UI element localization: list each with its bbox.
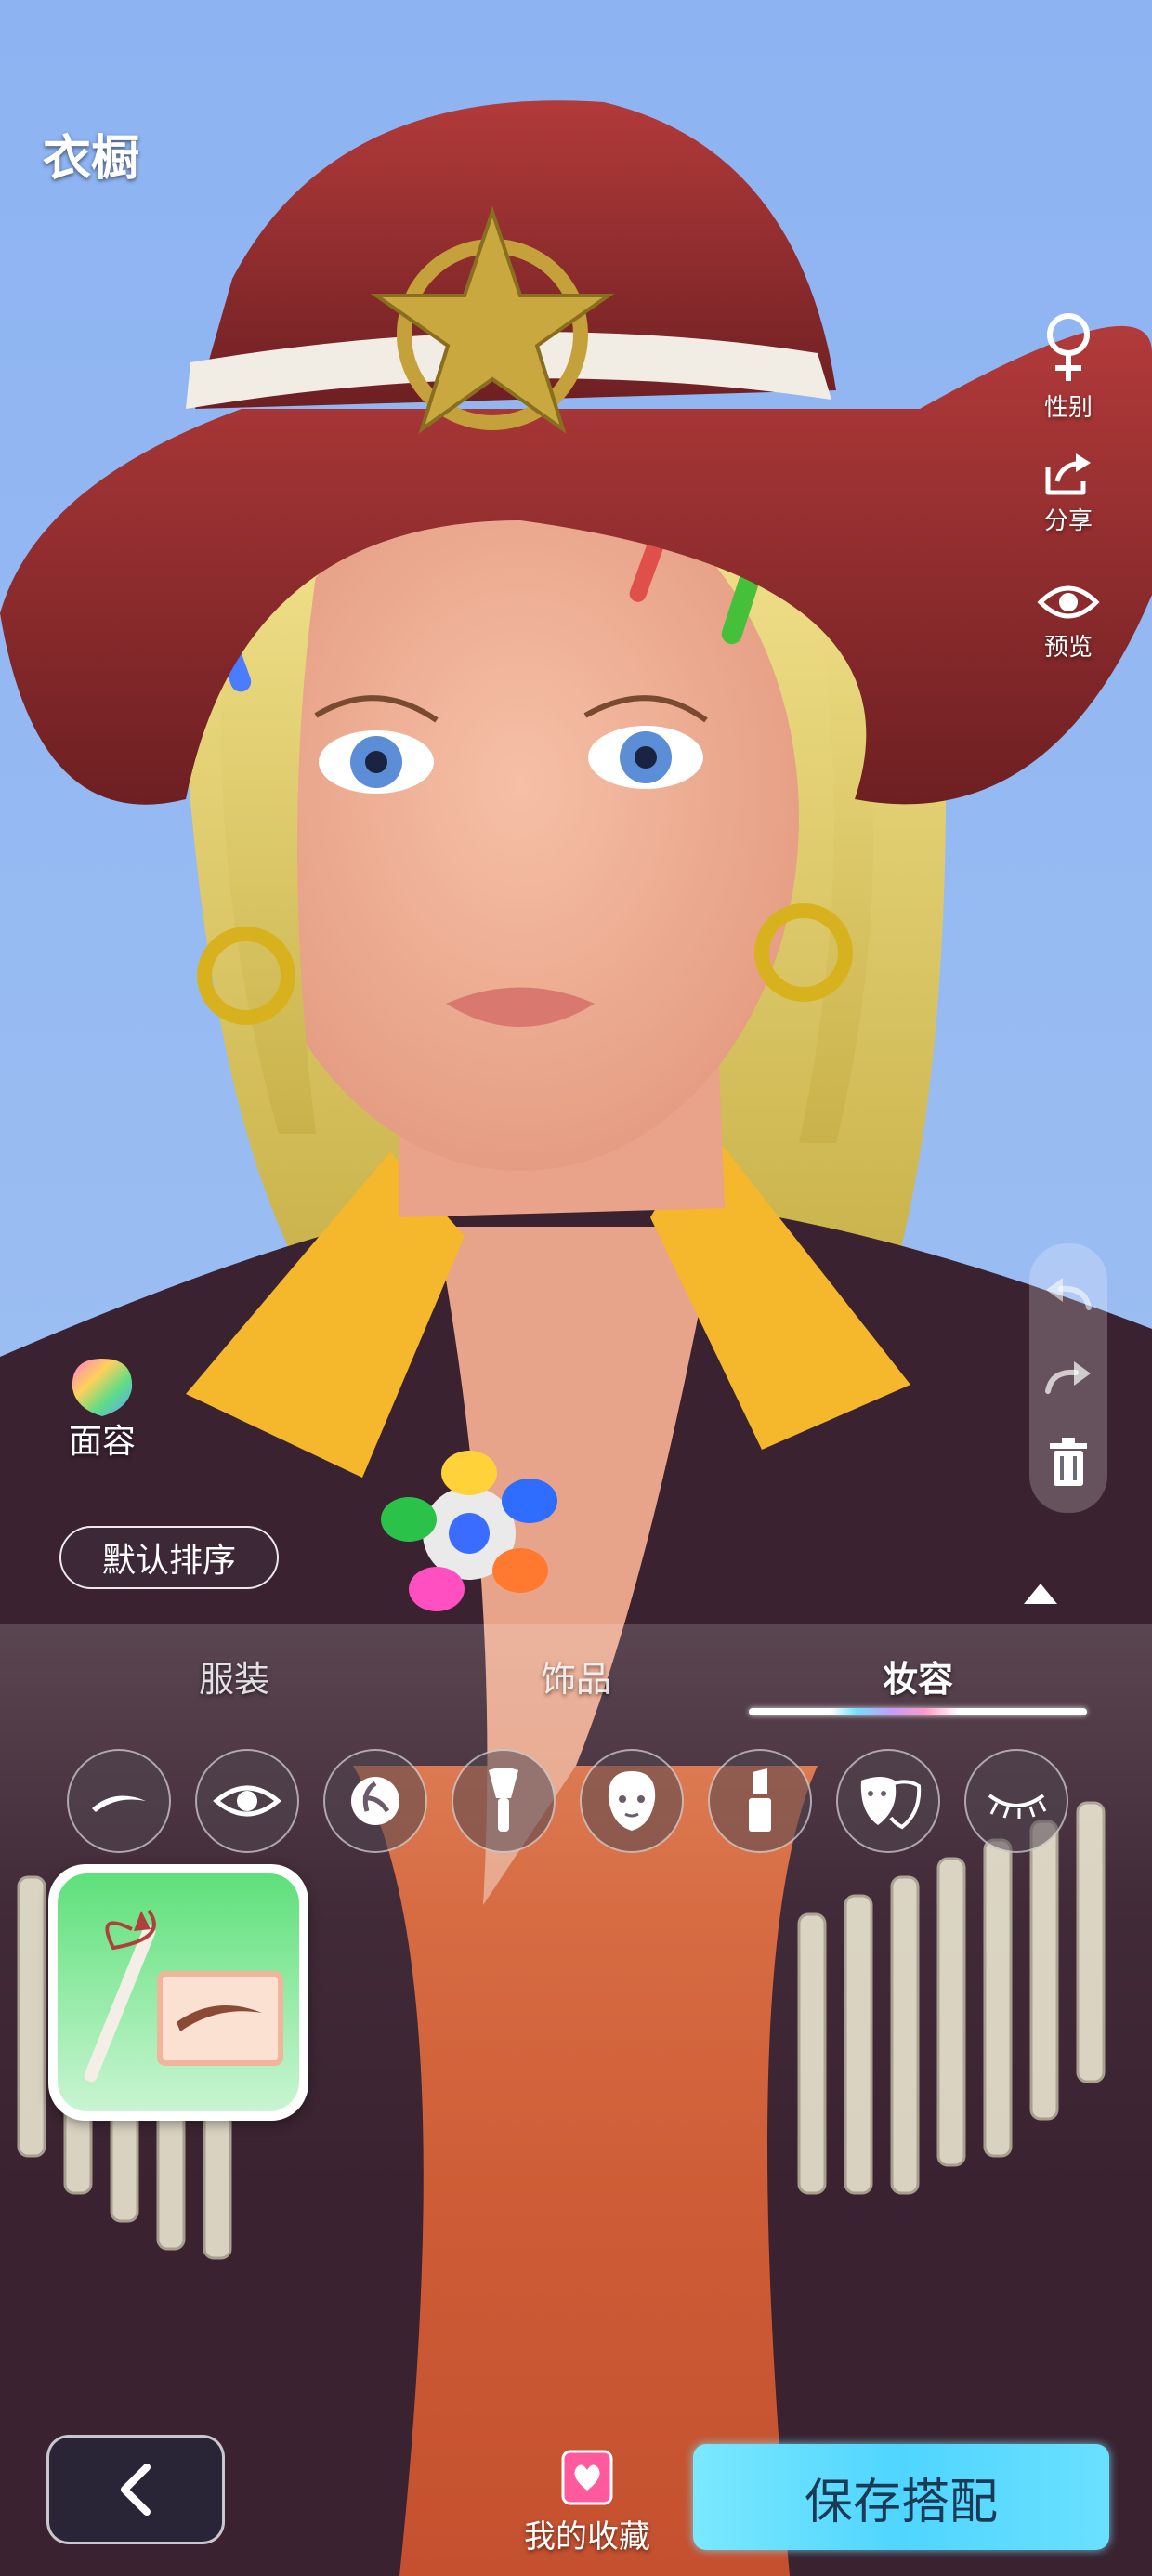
makeup-brush-icon [489,1768,518,1832]
back-button[interactable] [46,2435,225,2544]
undo-icon [1046,1278,1092,1310]
favorites-button[interactable]: 我的收藏 [513,2450,661,2556]
page-title: 衣橱 [43,131,140,187]
share-icon [1045,453,1091,495]
appearance-button[interactable]: 面容 [56,1355,149,1463]
face-icon [608,1771,656,1831]
item-thumbnail [58,1873,299,2111]
trash-icon [1050,1438,1087,1486]
eyelash-icon [988,1794,1047,1819]
category-pupil[interactable] [323,1749,427,1853]
category-eyebrow[interactable] [67,1749,171,1853]
heart-bookmark-icon [561,2450,613,2505]
category-mask[interactable] [836,1749,940,1853]
delete-button[interactable] [1029,1429,1107,1494]
undo-button[interactable] [1029,1262,1107,1327]
tab-clothing[interactable]: 服装 [151,1650,318,1702]
history-panel [1029,1243,1107,1513]
mask-icon [860,1777,922,1830]
category-blush[interactable] [452,1749,556,1853]
category-eyes[interactable] [195,1749,299,1853]
tab-accessories[interactable]: 饰品 [492,1650,660,1702]
eyebrow-icon [92,1795,146,1812]
share-button[interactable]: 分享 [1022,450,1115,536]
chevron-left-icon [121,2464,151,2516]
favorites-label: 我的收藏 [524,2518,650,2556]
rainbow-face-icon [72,1359,133,1416]
gender-label: 性别 [1043,394,1093,422]
preview-label: 预览 [1043,634,1093,662]
tab-makeup[interactable]: 妆容 [834,1650,1001,1702]
redo-icon [1045,1361,1091,1394]
lipstick-icon [749,1768,771,1832]
eye-icon [1037,585,1100,619]
active-tab-indicator [749,1708,1087,1715]
category-face[interactable] [580,1749,684,1853]
pupil-icon [351,1777,399,1825]
category-eyelash[interactable] [964,1749,1068,1853]
category-lipstick[interactable] [708,1749,812,1853]
collapse-up-icon[interactable] [1020,1580,1061,1608]
item-card-eyebrow[interactable] [48,1864,308,2121]
female-gender-icon [1047,313,1090,381]
preview-button[interactable]: 预览 [1022,580,1115,663]
eyebrow-pencil-icon [58,1873,299,2111]
eye-icon [213,1785,281,1817]
redo-button[interactable] [1029,1346,1107,1411]
share-label: 分享 [1043,507,1093,535]
gender-button[interactable]: 性别 [1022,310,1115,423]
appearance-label: 面容 [68,1423,136,1461]
sort-button[interactable]: 默认排序 [59,1526,279,1589]
save-outfit-button[interactable]: 保存搭配 [693,2444,1109,2550]
